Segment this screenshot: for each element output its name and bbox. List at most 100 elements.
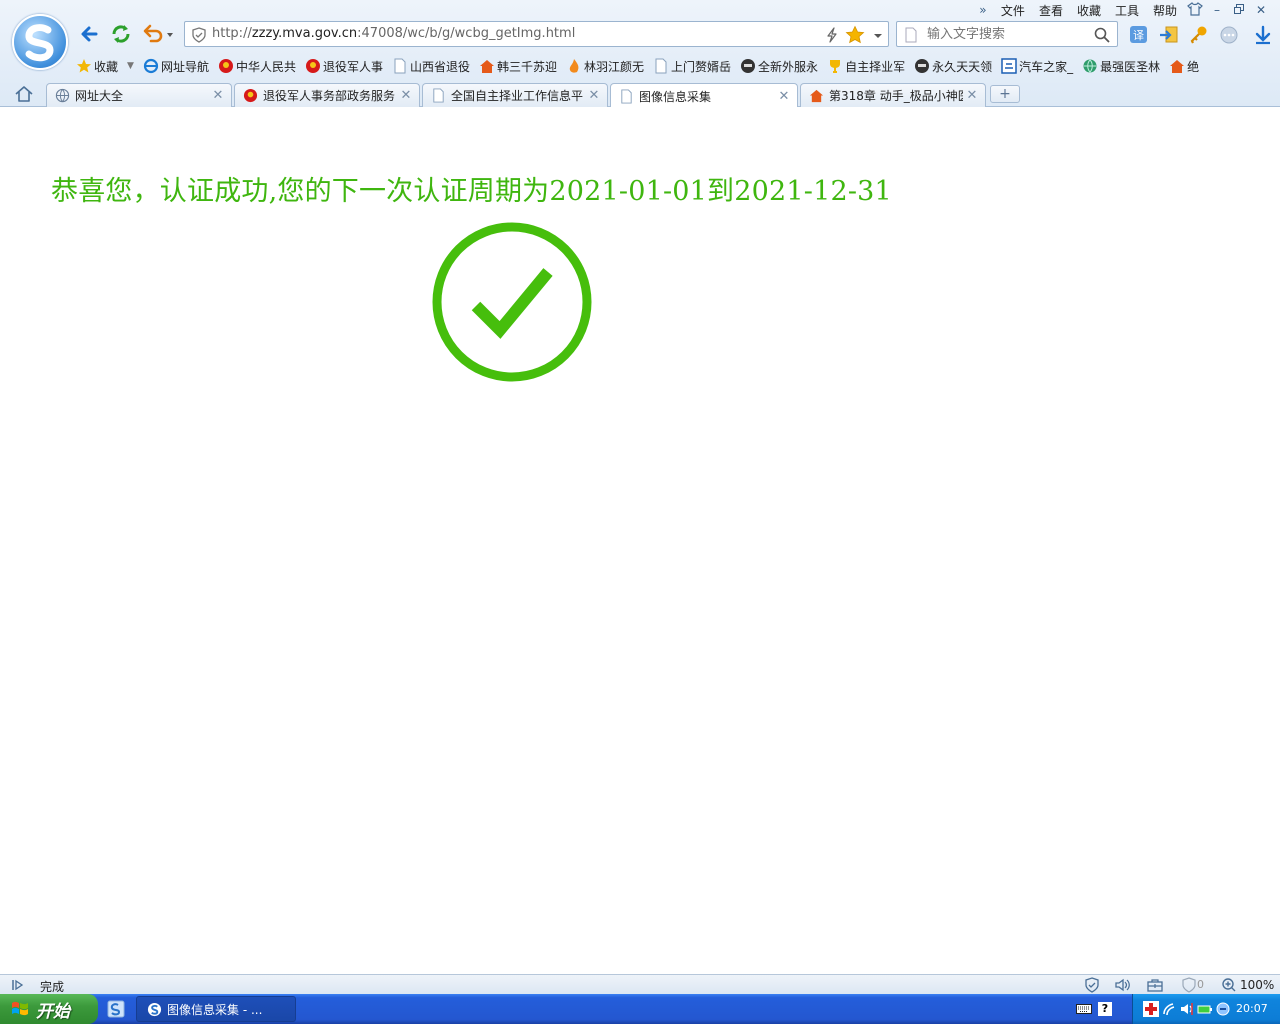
close-tab-icon[interactable]: ✕ bbox=[397, 88, 415, 103]
search-icon[interactable] bbox=[1093, 26, 1111, 44]
house-icon bbox=[479, 58, 495, 74]
menu-help[interactable]: 帮助 bbox=[1146, 2, 1184, 19]
close-tab-icon[interactable]: ✕ bbox=[209, 88, 227, 103]
menu-tools[interactable]: 工具 bbox=[1108, 2, 1146, 19]
address-bar[interactable]: http://zzzy.mva.gov.cn:47008/wc/b/g/wcbg… bbox=[184, 21, 889, 47]
antivirus-cross-icon[interactable] bbox=[1143, 1001, 1159, 1017]
toolbox-icon[interactable] bbox=[1146, 977, 1164, 993]
menu-file[interactable]: 文件 bbox=[994, 2, 1032, 19]
skin-shirt-icon[interactable] bbox=[1184, 1, 1206, 19]
menu-bar: » 文件 查看 收藏 工具 帮助 – ✕ bbox=[972, 1, 1272, 19]
car-icon bbox=[1001, 58, 1017, 74]
browser-chrome: » 文件 查看 收藏 工具 帮助 – ✕ http://zzzy.mva.gov… bbox=[0, 0, 1280, 108]
emblem-icon bbox=[243, 88, 258, 103]
translate-icon[interactable]: 译 bbox=[1128, 24, 1150, 46]
chevron-double-icon[interactable]: » bbox=[972, 3, 994, 17]
security-shield-icon[interactable] bbox=[1084, 977, 1102, 993]
page-icon bbox=[619, 88, 634, 104]
keyboard-icon[interactable] bbox=[1076, 1002, 1092, 1016]
bookmark-item[interactable]: 退役军人事 bbox=[305, 58, 383, 75]
key-password-icon[interactable] bbox=[1188, 24, 1210, 46]
home-icon[interactable] bbox=[14, 85, 34, 103]
page-icon bbox=[431, 88, 446, 103]
bookmark-favorites-menu[interactable]: 收藏 ▼ bbox=[76, 58, 134, 75]
undo-close-tab-button[interactable] bbox=[142, 23, 176, 45]
zoom-icon[interactable] bbox=[1220, 977, 1238, 993]
bookmark-item[interactable]: 最强医圣林 bbox=[1082, 58, 1160, 75]
windows-flag-icon bbox=[12, 1001, 28, 1016]
bookmark-item[interactable]: 全新外服永 bbox=[740, 58, 818, 75]
close-tab-icon[interactable]: ✕ bbox=[963, 88, 981, 103]
search-input[interactable] bbox=[927, 25, 1087, 43]
help-icon[interactable]: ? bbox=[1098, 1002, 1112, 1016]
game-icon bbox=[740, 58, 756, 74]
address-dropdown-icon[interactable] bbox=[871, 27, 885, 43]
new-tab-button[interactable]: + bbox=[990, 85, 1020, 103]
chevron-down-icon[interactable]: ▼ bbox=[127, 61, 134, 71]
bookmark-item[interactable]: 山西省退役 bbox=[392, 58, 470, 75]
battery-icon[interactable] bbox=[1197, 1001, 1213, 1017]
trophy-icon bbox=[827, 58, 843, 74]
tab-self-employment-platform[interactable]: 全国自主择业工作信息平 ✕ bbox=[422, 83, 608, 107]
page-content: 恭喜您，认证成功,您的下一次认证周期为2021-01-01到2021-12-31 bbox=[0, 107, 1280, 974]
svg-text:译: 译 bbox=[1133, 29, 1144, 42]
emblem-icon bbox=[305, 58, 321, 74]
search-box[interactable] bbox=[896, 21, 1118, 47]
menu-view[interactable]: 查看 bbox=[1032, 2, 1070, 19]
network-icon[interactable] bbox=[1161, 1001, 1177, 1017]
status-text: 完成 bbox=[40, 980, 65, 994]
page-icon bbox=[392, 58, 408, 74]
bookmark-item[interactable]: 上门赘婿岳 bbox=[653, 58, 731, 75]
close-window-icon[interactable]: ✕ bbox=[1250, 3, 1272, 17]
bookmark-item[interactable]: 网址导航 bbox=[143, 58, 209, 75]
bookmark-item[interactable]: 绝 bbox=[1169, 58, 1199, 75]
favorite-star-icon[interactable] bbox=[845, 25, 865, 45]
minimize-icon[interactable]: – bbox=[1206, 3, 1228, 17]
globe-icon bbox=[1082, 58, 1098, 74]
emblem-icon bbox=[218, 58, 234, 74]
taskbar-window-button[interactable]: 图像信息采集 - ... bbox=[136, 996, 296, 1022]
app-tray-icon[interactable] bbox=[1215, 1001, 1231, 1017]
status-bar: 完成 0 100% bbox=[0, 974, 1280, 994]
tab-veterans-services[interactable]: 退役军人事务部政务服务 ✕ bbox=[234, 83, 420, 107]
speed-mode-bolt-icon[interactable] bbox=[825, 27, 839, 43]
download-icon[interactable] bbox=[1252, 24, 1274, 46]
bookmark-item[interactable]: 永久天天领 bbox=[914, 58, 992, 75]
close-tab-icon[interactable]: ✕ bbox=[585, 88, 603, 103]
restore-icon[interactable] bbox=[1228, 3, 1250, 17]
sogou-browser-icon bbox=[147, 1002, 162, 1016]
start-button[interactable]: 开始 bbox=[0, 994, 98, 1024]
volume-icon[interactable] bbox=[1179, 1001, 1195, 1017]
menu-favorites[interactable]: 收藏 bbox=[1070, 2, 1108, 19]
quick-launch-browser-icon[interactable] bbox=[107, 1000, 125, 1018]
search-engine-icon[interactable] bbox=[904, 27, 918, 43]
security-shield-icon[interactable] bbox=[191, 27, 207, 43]
bookmarks-bar: 收藏 ▼ 网址导航 中华人民共 退役军人事 山西省退役 韩三千苏迎 林羽江颜无 bbox=[76, 56, 1208, 76]
back-button[interactable] bbox=[78, 23, 100, 45]
zoom-level[interactable]: 100% bbox=[1240, 978, 1274, 992]
url-text[interactable]: http://zzzy.mva.gov.cn:47008/wc/b/g/wcbg… bbox=[212, 26, 575, 41]
more-options-icon[interactable] bbox=[1218, 24, 1240, 46]
close-tab-icon[interactable]: ✕ bbox=[775, 89, 793, 104]
ad-block-icon[interactable] bbox=[1180, 977, 1198, 993]
sogou-browser-logo[interactable] bbox=[12, 14, 68, 70]
ad-block-counter: 0 bbox=[1197, 978, 1204, 991]
windows-taskbar: 开始 图像信息采集 - ... ? 20:07 bbox=[0, 994, 1280, 1024]
bookmark-item[interactable]: 自主择业军 bbox=[827, 58, 905, 75]
success-message: 恭喜您，认证成功,您的下一次认证周期为2021-01-01到2021-12-31 bbox=[51, 176, 892, 207]
bookmark-item[interactable]: 汽车之家_ bbox=[1001, 58, 1073, 75]
sync-login-icon[interactable] bbox=[1158, 24, 1180, 46]
refresh-button[interactable] bbox=[110, 23, 132, 45]
bookmark-item[interactable]: 中华人民共 bbox=[218, 58, 296, 75]
taskbar-clock: 20:07 bbox=[1236, 1002, 1268, 1015]
tab-url-directory[interactable]: 网址大全 ✕ bbox=[46, 83, 232, 107]
success-check-icon bbox=[432, 222, 592, 382]
page-icon bbox=[653, 58, 669, 74]
tab-image-collection[interactable]: 图像信息采集 ✕ bbox=[610, 83, 798, 108]
sound-icon[interactable] bbox=[1114, 977, 1132, 993]
sidebar-toggle-icon[interactable] bbox=[10, 977, 26, 993]
bookmark-item[interactable]: 韩三千苏迎 bbox=[479, 58, 557, 75]
tab-novel-chapter[interactable]: 第318章 动手_极品小神医 ✕ bbox=[800, 83, 986, 107]
house-icon bbox=[809, 88, 824, 103]
bookmark-item[interactable]: 林羽江颜无 bbox=[566, 58, 644, 75]
